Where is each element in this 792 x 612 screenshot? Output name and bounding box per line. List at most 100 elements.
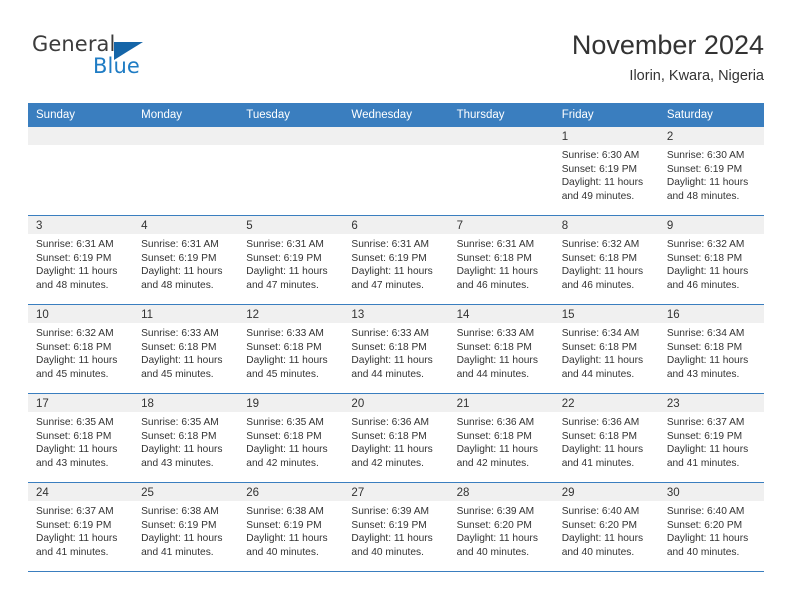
day-cell-24[interactable]: 24 Sunrise: 6:37 AM Sunset: 6:19 PM Dayligh…	[28, 483, 134, 571]
day-cell-19[interactable]: 19 Sunrise: 6:35 AM Sunset: 6:18 PM Dayligh…	[238, 394, 344, 482]
day-cell-9[interactable]: 9 Sunrise: 6:32 AM Sunset: 6:18 PM Daylight…	[658, 216, 764, 304]
day-info-line: and 41 minutes.	[666, 457, 740, 469]
day-info-line: Sunset: 6:19 PM	[561, 163, 638, 175]
day-info-line: Sunset: 6:19 PM	[141, 519, 217, 531]
day-cell-29[interactable]: 29 Sunrise: 6:40 AM Sunset: 6:20 PM Dayligh…	[553, 483, 659, 571]
day-cell-11[interactable]: 11 Sunrise: 6:33 AM Sunset: 6:18 PM Dayligh…	[133, 305, 239, 393]
day-cell-2[interactable]: 2 Sunrise: 6:30 AM Sunset: 6:19 PM Daylight…	[658, 127, 764, 215]
day-info-line: Sunrise: 6:33 AM	[351, 328, 430, 339]
day-cell-23[interactable]: 23 Sunrise: 6:37 AM Sunset: 6:19 PM Dayligh…	[658, 394, 764, 482]
day-sun-info: Sunrise: 6:30 AM Sunset: 6:19 PM Daylight:…	[659, 145, 764, 203]
brand-name-general: General	[32, 32, 116, 56]
day-number: 25	[133, 483, 239, 501]
day-cell-12[interactable]: 12 Sunrise: 6:33 AM Sunset: 6:18 PM Dayligh…	[238, 305, 344, 393]
day-info-line: Sunrise: 6:36 AM	[561, 417, 640, 428]
day-info-line: and 44 minutes.	[456, 368, 530, 380]
day-sun-info: Sunrise: 6:34 AM Sunset: 6:18 PM Daylight:…	[659, 323, 764, 381]
day-info-line: and 43 minutes.	[36, 457, 109, 469]
calendar-grid: Sunday Monday Tuesday Wednesday Thursday Frid…	[28, 103, 764, 572]
day-info-line: and 46 minutes.	[456, 279, 530, 291]
day-cell-4[interactable]: 4 Sunrise: 6:31 AM Sunset: 6:19 PM Daylight…	[133, 216, 239, 304]
day-cell-16[interactable]: 16 Sunrise: 6:34 AM Sunset: 6:18 PM Dayligh…	[658, 305, 764, 393]
day-info-line: Sunset: 6:20 PM	[456, 519, 532, 531]
day-cell-27[interactable]: 27 Sunrise: 6:39 AM Sunset: 6:19 PM Dayligh…	[343, 483, 449, 571]
day-number: 7	[448, 216, 554, 234]
day-info-line: and 41 minutes.	[36, 546, 109, 558]
day-cell-22[interactable]: 22 Sunrise: 6:36 AM Sunset: 6:18 PM Dayligh…	[553, 394, 659, 482]
day-info-line: Daylight: 11 hours	[666, 177, 749, 188]
day-info-line: and 45 minutes.	[141, 368, 214, 380]
day-info-line: Sunrise: 6:37 AM	[36, 506, 114, 517]
day-cell-25[interactable]: 25 Sunrise: 6:38 AM Sunset: 6:19 PM Dayligh…	[133, 483, 239, 571]
day-number: 4	[133, 216, 239, 234]
day-info-line: Sunrise: 6:36 AM	[351, 417, 430, 428]
day-info-line: Sunrise: 6:34 AM	[666, 328, 745, 339]
day-cell-8[interactable]: 8 Sunrise: 6:32 AM Sunset: 6:18 PM Daylight…	[553, 216, 659, 304]
day-cell-26[interactable]: 26 Sunrise: 6:38 AM Sunset: 6:19 PM Dayligh…	[238, 483, 344, 571]
day-sun-info: Sunrise: 6:33 AM Sunset: 6:18 PM Daylight:…	[238, 323, 343, 381]
day-cell-14[interactable]: 14 Sunrise: 6:33 AM Sunset: 6:18 PM Dayligh…	[448, 305, 554, 393]
day-info-line: Sunset: 6:18 PM	[666, 252, 743, 264]
day-info-line: Sunrise: 6:33 AM	[456, 328, 535, 339]
day-info-line: Sunrise: 6:34 AM	[561, 328, 640, 339]
day-cell-17[interactable]: 17 Sunrise: 6:35 AM Sunset: 6:18 PM Dayligh…	[28, 394, 134, 482]
brand-logo[interactable]: General Blue	[32, 32, 232, 88]
day-cell-empty	[28, 127, 134, 215]
calendar-week-row: 24 Sunrise: 6:37 AM Sunset: 6:19 PM Dayligh…	[28, 483, 764, 572]
day-sun-info: Sunrise: 6:33 AM Sunset: 6:18 PM Daylight:…	[343, 323, 448, 381]
day-cell-empty	[133, 127, 239, 215]
day-cell-18[interactable]: 18 Sunrise: 6:35 AM Sunset: 6:18 PM Dayligh…	[133, 394, 239, 482]
day-info-line: Sunset: 6:20 PM	[666, 519, 743, 531]
day-cell-15[interactable]: 15 Sunrise: 6:34 AM Sunset: 6:18 PM Dayligh…	[553, 305, 659, 393]
day-cell-3[interactable]: 3 Sunrise: 6:31 AM Sunset: 6:19 PM Daylight…	[28, 216, 134, 304]
day-sun-info: Sunrise: 6:36 AM Sunset: 6:18 PM Daylight:…	[554, 412, 659, 470]
day-info-line: Daylight: 11 hours	[351, 533, 433, 544]
day-info-line: Daylight: 11 hours	[141, 533, 223, 544]
day-cell-10[interactable]: 10 Sunrise: 6:32 AM Sunset: 6:18 PM Dayligh…	[28, 305, 134, 393]
day-number: 3	[28, 216, 134, 234]
day-sun-info: Sunrise: 6:36 AM Sunset: 6:18 PM Daylight:…	[343, 412, 448, 470]
day-cell-20[interactable]: 20 Sunrise: 6:36 AM Sunset: 6:18 PM Dayligh…	[343, 394, 449, 482]
weekday-header-row: Sunday Monday Tuesday Wednesday Thursday Frid…	[28, 103, 764, 127]
day-cell-28[interactable]: 28 Sunrise: 6:39 AM Sunset: 6:20 PM Dayligh…	[448, 483, 554, 571]
day-info-line: and 42 minutes.	[456, 457, 530, 469]
day-info-line: Daylight: 11 hours	[561, 266, 644, 277]
day-number: 26	[238, 483, 344, 501]
day-info-line: Sunrise: 6:30 AM	[666, 150, 745, 161]
day-cell-30[interactable]: 30 Sunrise: 6:40 AM Sunset: 6:20 PM Dayligh…	[658, 483, 764, 571]
day-info-line: Sunrise: 6:35 AM	[141, 417, 219, 428]
day-cell-7[interactable]: 7 Sunrise: 6:31 AM Sunset: 6:18 PM Daylight…	[448, 216, 554, 304]
day-info-line: Sunset: 6:18 PM	[456, 341, 532, 353]
day-cell-6[interactable]: 6 Sunrise: 6:31 AM Sunset: 6:19 PM Daylight…	[343, 216, 449, 304]
day-info-line: Sunset: 6:19 PM	[351, 252, 427, 264]
day-sun-info: Sunrise: 6:39 AM Sunset: 6:19 PM Daylight:…	[343, 501, 448, 559]
day-info-line: Daylight: 11 hours	[561, 444, 644, 455]
day-info-line: Sunrise: 6:31 AM	[351, 239, 430, 250]
day-number: 13	[343, 305, 449, 323]
day-number	[448, 127, 554, 145]
day-sun-info: Sunrise: 6:35 AM Sunset: 6:18 PM Daylight:…	[28, 412, 133, 470]
day-info-line: Sunset: 6:18 PM	[351, 341, 427, 353]
day-cell-21[interactable]: 21 Sunrise: 6:36 AM Sunset: 6:18 PM Dayligh…	[448, 394, 554, 482]
day-number: 10	[28, 305, 134, 323]
day-number: 16	[658, 305, 764, 323]
day-info-line: Daylight: 11 hours	[456, 533, 538, 544]
day-info-line: and 40 minutes.	[456, 546, 530, 558]
day-sun-info: Sunrise: 6:32 AM Sunset: 6:18 PM Daylight:…	[554, 234, 659, 292]
day-cell-1[interactable]: 1 Sunrise: 6:30 AM Sunset: 6:19 PM Daylight…	[553, 127, 659, 215]
day-number: 30	[658, 483, 764, 501]
day-info-line: Daylight: 11 hours	[246, 533, 328, 544]
day-cell-5[interactable]: 5 Sunrise: 6:31 AM Sunset: 6:19 PM Daylight…	[238, 216, 344, 304]
day-info-line: and 44 minutes.	[351, 368, 424, 380]
weekday-header-thursday: Thursday	[456, 109, 505, 121]
day-info-line: Daylight: 11 hours	[36, 444, 118, 455]
day-info-line: and 48 minutes.	[666, 190, 740, 202]
day-sun-info: Sunrise: 6:34 AM Sunset: 6:18 PM Daylight:…	[554, 323, 659, 381]
day-number	[28, 127, 134, 145]
day-info-line: and 42 minutes.	[246, 457, 319, 469]
calendar-week-row: 10 Sunrise: 6:32 AM Sunset: 6:18 PM Dayligh…	[28, 305, 764, 394]
day-info-line: Sunrise: 6:33 AM	[141, 328, 219, 339]
day-cell-13[interactable]: 13 Sunrise: 6:33 AM Sunset: 6:18 PM Dayligh…	[343, 305, 449, 393]
day-sun-info: Sunrise: 6:40 AM Sunset: 6:20 PM Daylight:…	[659, 501, 764, 559]
day-info-line: Sunrise: 6:39 AM	[351, 506, 430, 517]
